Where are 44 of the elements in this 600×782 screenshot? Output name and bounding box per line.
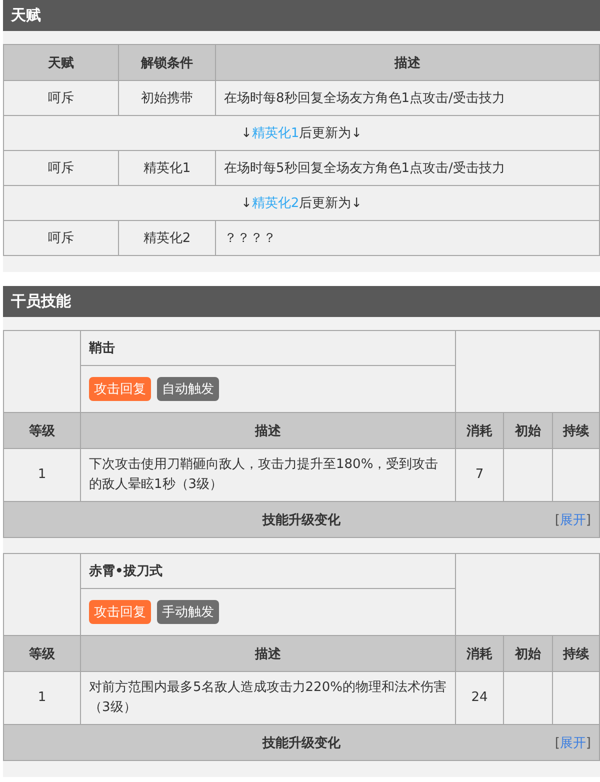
table-cell: ？？？？ bbox=[216, 220, 600, 256]
column-header: 持续 bbox=[552, 636, 600, 672]
skill-tag: 攻击回复 bbox=[89, 600, 151, 624]
skill-tag: 自动触发 bbox=[157, 377, 219, 401]
expand-link[interactable]: 展开 bbox=[560, 512, 586, 528]
table-cell: 在场时每5秒回复全场友方角色1点攻击/受击技力 bbox=[216, 150, 600, 186]
skill-tag: 手动触发 bbox=[157, 600, 219, 624]
section-title: 天赋 bbox=[3, 0, 600, 31]
skill-name: 鞘击 bbox=[80, 330, 456, 366]
bracket-text: [ bbox=[554, 736, 560, 750]
table-cell: 精英化1 bbox=[118, 150, 216, 186]
bracket-text: ] bbox=[586, 736, 591, 750]
update-text: 后更新为↓ bbox=[299, 126, 362, 141]
update-text: 后更新为↓ bbox=[299, 196, 362, 211]
column-header: 描述 bbox=[80, 412, 456, 448]
upgrade-title: 技能升级变化 bbox=[262, 736, 340, 750]
column-header: 等级 bbox=[4, 412, 80, 448]
column-header: 描述 bbox=[80, 636, 456, 672]
table-cell: 初始携带 bbox=[118, 80, 216, 116]
table-cell: 呵斥 bbox=[4, 80, 118, 116]
table-cell: 呵斥 bbox=[4, 150, 118, 186]
promotion-link[interactable]: 精英化1 bbox=[252, 126, 300, 141]
column-header: 持续 bbox=[552, 412, 600, 448]
promotion-link[interactable]: 精英化2 bbox=[252, 196, 300, 211]
bracket-text: ] bbox=[586, 512, 591, 528]
column-header: 解锁条件 bbox=[118, 44, 216, 80]
column-header: 初始 bbox=[504, 636, 552, 672]
section-title: 干员技能 bbox=[3, 286, 600, 317]
column-header: 初始 bbox=[504, 412, 552, 448]
arrow-text: ↓ bbox=[240, 126, 252, 141]
skill-name: 赤霄•拔刀式 bbox=[80, 554, 456, 588]
column-header: 天赋 bbox=[4, 44, 118, 80]
skill-tag: 攻击回复 bbox=[89, 377, 151, 401]
column-header: 描述 bbox=[216, 44, 600, 80]
column-header: 消耗 bbox=[456, 636, 504, 672]
column-header: 等级 bbox=[4, 636, 80, 672]
column-header: 消耗 bbox=[456, 412, 504, 448]
upgrade-title: 技能升级变化 bbox=[262, 512, 340, 528]
arrow-text: ↓ bbox=[240, 196, 252, 211]
table-cell: 精英化2 bbox=[118, 220, 216, 256]
expand-link[interactable]: 展开 bbox=[560, 736, 586, 750]
table-cell: 在场时每8秒回复全场友方角色1点攻击/受击技力 bbox=[216, 80, 600, 116]
bracket-text: [ bbox=[554, 512, 560, 528]
table-cell: 呵斥 bbox=[4, 220, 118, 256]
